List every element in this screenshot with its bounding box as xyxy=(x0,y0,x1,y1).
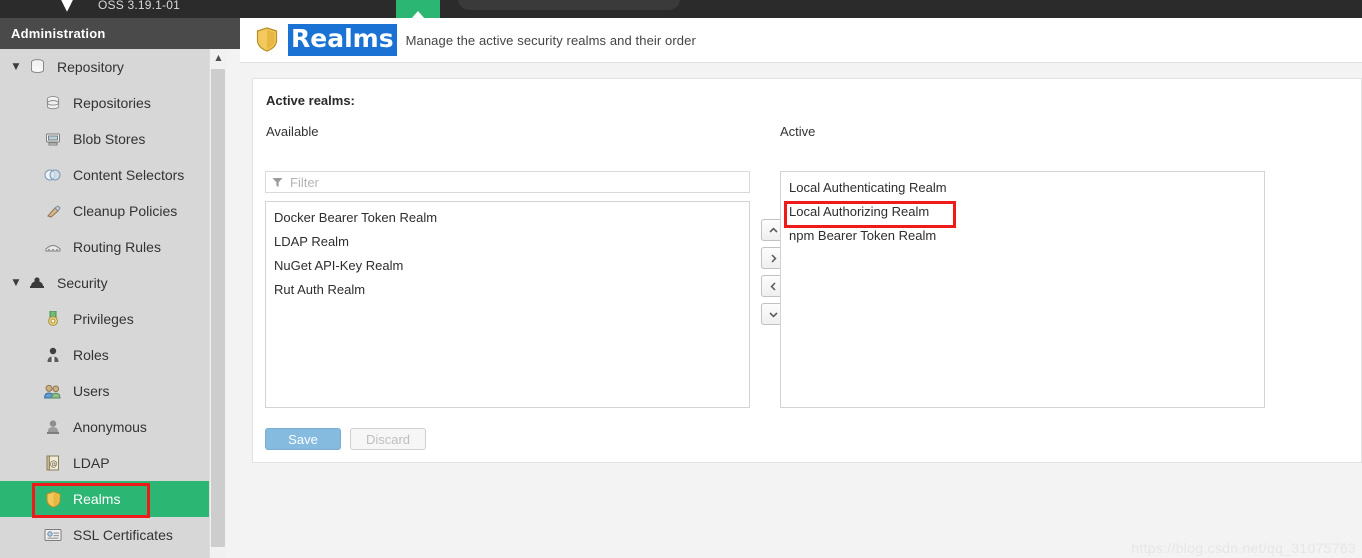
sidebar-item-anonymous[interactable]: Anonymous xyxy=(0,409,226,445)
available-realms-list[interactable]: Docker Bearer Token Realm LDAP Realm NuG… xyxy=(265,201,750,408)
logo-chevron-down-icon[interactable]: ▼ xyxy=(50,0,84,14)
anonymous-user-icon xyxy=(42,418,64,436)
sidebar-item-label: LDAP xyxy=(73,455,110,471)
realms-form-panel: Active realms: Available Active Filter D… xyxy=(252,78,1362,463)
sidebar-item-label: Anonymous xyxy=(73,419,147,435)
page-header: Realms Manage the active security realms… xyxy=(240,18,1362,63)
sidebar-item-cleanup-policies[interactable]: Cleanup Policies xyxy=(0,193,226,229)
sidebar-group-label: Repository xyxy=(57,59,124,75)
ldap-book-icon: @ xyxy=(42,454,64,472)
sidebar-item-realms[interactable]: Realms xyxy=(0,481,226,517)
sidebar-item-content-selectors[interactable]: Content Selectors xyxy=(0,157,226,193)
chevron-down-icon xyxy=(768,311,778,318)
routing-rule-icon xyxy=(42,238,64,256)
sidebar-nav: ▼ Repository Repositories Blob Stores Co… xyxy=(0,49,226,553)
product-version-label: OSS 3.19.1-01 xyxy=(98,0,180,12)
database-icon xyxy=(26,58,48,76)
sidebar-item-label: Roles xyxy=(73,347,109,363)
admin-sidebar: Administration ▼ Repository Repositories… xyxy=(0,18,240,558)
sidebar-item-label: Privileges xyxy=(73,311,134,327)
chevron-up-icon xyxy=(768,226,778,233)
list-item[interactable]: LDAP Realm xyxy=(266,230,749,254)
chevron-down-icon[interactable]: ▼ xyxy=(8,278,24,288)
sidebar-header: Administration xyxy=(0,18,240,49)
active-column-label: Active xyxy=(780,124,816,139)
filter-placeholder: Filter xyxy=(290,174,319,190)
watermark-text: https://blog.csdn.net/qq_31075763 xyxy=(1131,540,1356,556)
content-selector-icon xyxy=(42,166,64,184)
list-item[interactable]: NuGet API-Key Realm xyxy=(266,254,749,278)
sidebar-item-routing-rules[interactable]: Routing Rules xyxy=(0,229,226,265)
main-content: Realms Manage the active security realms… xyxy=(240,18,1362,558)
realm-shield-icon xyxy=(256,27,278,53)
filter-input[interactable]: Filter xyxy=(265,171,750,193)
security-shield-icon xyxy=(26,274,48,292)
list-item[interactable]: npm Bearer Token Realm xyxy=(781,224,1264,248)
users-icon xyxy=(42,382,64,400)
ssl-certificate-icon xyxy=(42,526,64,544)
sidebar-item-label: Cleanup Policies xyxy=(73,203,178,219)
sidebar-item-label: SSL Certificates xyxy=(73,527,173,543)
realm-shield-icon xyxy=(42,490,64,508)
list-item[interactable]: Rut Auth Realm xyxy=(266,278,749,302)
chevron-down-icon[interactable]: ▼ xyxy=(8,62,24,72)
chevron-right-icon xyxy=(770,253,777,263)
sidebar-scrollbar-thumb[interactable] xyxy=(211,69,225,547)
page-subtitle: Manage the active security realms and th… xyxy=(405,32,696,48)
sidebar-group-security[interactable]: ▼ Security xyxy=(0,265,226,301)
sidebar-item-label: Blob Stores xyxy=(73,131,146,147)
sidebar-item-privileges[interactable]: Privileges xyxy=(0,301,226,337)
broom-icon xyxy=(42,202,64,220)
app-topbar: ▼ OSS 3.19.1-01 xyxy=(0,0,1362,18)
sidebar-item-label: Realms xyxy=(73,491,121,507)
svg-text:@: @ xyxy=(50,459,58,468)
active-tab-indicator[interactable] xyxy=(396,0,440,18)
sidebar-group-label: Security xyxy=(57,275,108,291)
active-tab-notch-icon xyxy=(411,11,425,18)
sidebar-item-label: Repositories xyxy=(73,95,151,111)
sidebar-item-roles[interactable]: Roles xyxy=(0,337,226,373)
list-item[interactable]: Local Authenticating Realm xyxy=(781,176,1264,200)
funnel-icon xyxy=(272,177,283,188)
page-title: Realms xyxy=(288,24,397,56)
privilege-medal-icon xyxy=(42,310,64,328)
sidebar-item-label: Content Selectors xyxy=(73,167,185,183)
blob-store-icon xyxy=(42,130,64,148)
section-title: Active realms: xyxy=(266,93,355,108)
form-actions: Save Discard xyxy=(265,428,426,450)
global-search-input[interactable] xyxy=(458,0,680,10)
save-button[interactable]: Save xyxy=(265,428,341,450)
chevron-left-icon xyxy=(769,281,776,291)
role-person-icon xyxy=(42,346,64,364)
sidebar-item-blob-stores[interactable]: Blob Stores xyxy=(0,121,226,157)
sidebar-item-ssl-certificates[interactable]: SSL Certificates xyxy=(0,517,226,553)
sidebar-item-ldap[interactable]: @ LDAP xyxy=(0,445,226,481)
database-icon xyxy=(42,94,64,112)
sidebar-item-label: Users xyxy=(73,383,110,399)
sidebar-item-label: Routing Rules xyxy=(73,239,161,255)
list-item[interactable]: Local Authorizing Realm xyxy=(781,200,1264,224)
sidebar-item-repositories[interactable]: Repositories xyxy=(0,85,226,121)
app-root: ▼ OSS 3.19.1-01 Administration ▼ Repos xyxy=(0,0,1362,558)
list-item[interactable]: Docker Bearer Token Realm xyxy=(266,206,749,230)
discard-button: Discard xyxy=(350,428,426,450)
active-realms-list[interactable]: Local Authenticating Realm Local Authori… xyxy=(780,171,1265,408)
chevron-up-icon[interactable]: ▲ xyxy=(210,49,227,66)
sidebar-group-repository[interactable]: ▼ Repository xyxy=(0,49,226,85)
sidebar-item-users[interactable]: Users xyxy=(0,373,226,409)
sidebar-scrollbar[interactable]: ▲ xyxy=(209,49,227,558)
available-column-label: Available xyxy=(266,124,319,139)
